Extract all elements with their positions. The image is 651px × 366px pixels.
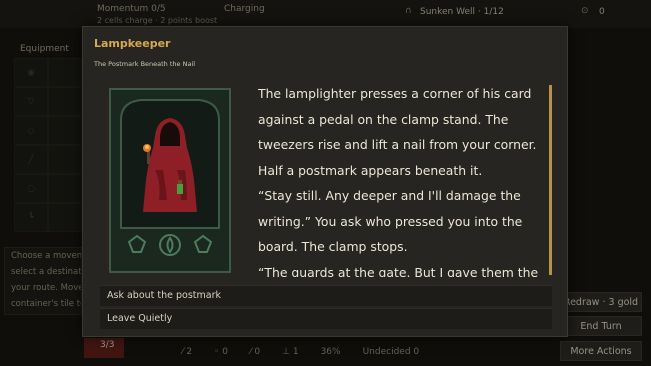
dialog-subtitle: The Postmark Beneath the Nail	[94, 60, 196, 68]
choice-leave-quietly[interactable]: Leave Quietly	[100, 308, 552, 329]
story-paragraph: “The guards at the gate. But I gave them…	[258, 264, 539, 278]
scrollbar-thumb[interactable]	[549, 85, 552, 275]
character-card	[109, 88, 231, 273]
story-text: The lamplighter presses a corner of his …	[258, 81, 550, 277]
story-scrollbar[interactable]	[549, 85, 552, 275]
lampkeeper-portrait-icon	[120, 99, 220, 256]
story-paragraph: The lamplighter presses a corner of his …	[258, 86, 537, 178]
dialog-title: Lampkeeper	[94, 37, 171, 50]
event-dialog: Lampkeeper The Postmark Beneath the Nail	[82, 26, 568, 337]
story-paragraph: “Stay still. Any deeper and I'll damage …	[258, 188, 523, 254]
choice-ask-about-postmark[interactable]: Ask about the postmark	[100, 285, 552, 306]
